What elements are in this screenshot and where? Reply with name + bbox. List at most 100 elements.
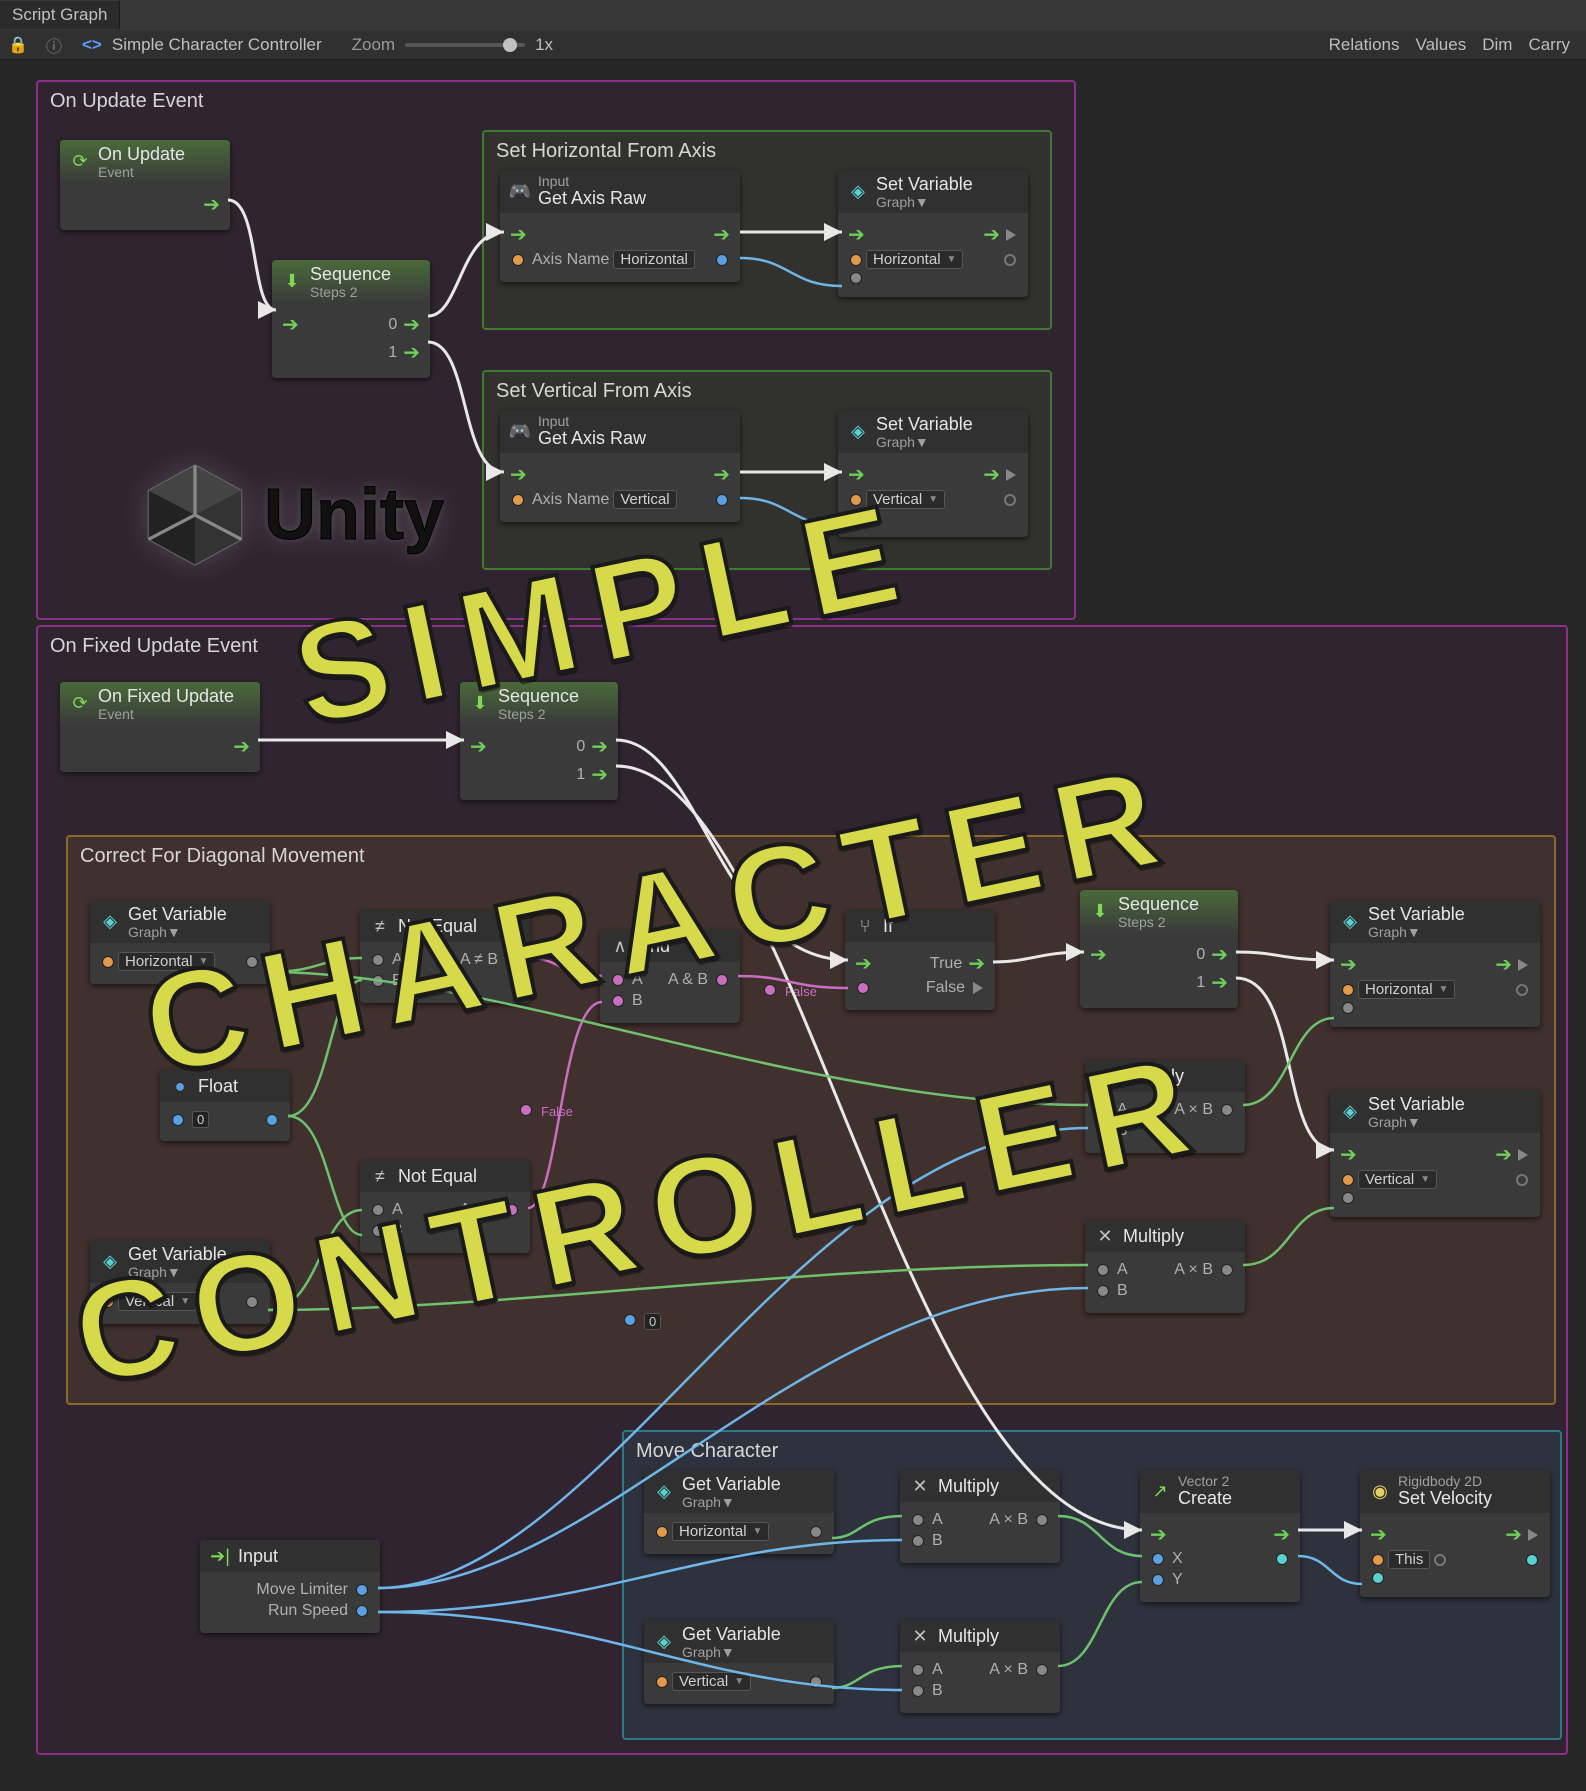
node-sequence-3[interactable]: ⬇ Sequence Steps 2 ➔0➔ 1➔ xyxy=(1080,890,1238,1008)
axis-name-field[interactable]: Vertical xyxy=(613,490,676,509)
scope-dropdown[interactable]: Graph▼ xyxy=(1368,1114,1421,1130)
var-dropdown[interactable]: Vertical▼ xyxy=(672,1672,751,1691)
port-out: A ≠ B xyxy=(460,951,498,969)
node-set-var-v[interactable]: ◈ Set Variable Graph▼ ➔➔ Vertical▼ xyxy=(838,410,1028,537)
node-sub: Event xyxy=(98,165,185,179)
btn-values[interactable]: Values xyxy=(1416,35,1467,55)
graph-canvas[interactable]: On Update Event Set Horizontal From Axis… xyxy=(0,60,1586,1791)
param-label: Axis Name xyxy=(532,251,609,269)
node-not-equal-b[interactable]: ≠Not Equal AA ≠ B B xyxy=(360,1160,530,1253)
node-get-axis-v[interactable]: 🎮 Input Get Axis Raw ➔➔ Axis NameVertica… xyxy=(500,410,740,522)
node-set-var-v2[interactable]: ◈ Set Variable Graph▼ ➔➔ Vertical▼ xyxy=(1330,1090,1540,1217)
node-float-literal[interactable]: ● Float 0 xyxy=(160,1070,290,1141)
scope-dropdown[interactable]: Graph▼ xyxy=(1368,924,1421,940)
breadcrumb-text[interactable]: Simple Character Controller xyxy=(112,35,322,55)
variable-icon: ◈ xyxy=(846,180,870,204)
steps-value[interactable]: 2 xyxy=(538,706,546,722)
node-sequence-2[interactable]: ⬇ Sequence Steps 2 ➔0➔ 1➔ xyxy=(460,682,618,800)
info-icon[interactable]: ⓘ xyxy=(42,33,66,57)
btn-carry[interactable]: Carry xyxy=(1528,35,1570,55)
variable-icon: ◈ xyxy=(846,420,870,444)
node-title: Set Variable xyxy=(1368,904,1465,925)
node-multiply-4[interactable]: ✕Multiply AA × B B xyxy=(900,1620,1060,1713)
node-get-var-v[interactable]: ◈ Get Variable Graph▼ Vertical▼ xyxy=(90,1240,270,1324)
btn-relations[interactable]: Relations xyxy=(1329,35,1400,55)
zoom-knob[interactable] xyxy=(503,38,517,52)
node-get-axis-h[interactable]: 🎮 Input Get Axis Raw ➔➔ Axis NameHorizon… xyxy=(500,170,740,282)
node-title: Get Variable xyxy=(128,1244,227,1265)
lock-icon[interactable]: 🔒 xyxy=(6,33,30,57)
variable-icon: ◈ xyxy=(98,910,122,934)
node-vec2-create[interactable]: ↗ Vector 2 Create ➔➔ X Y xyxy=(1140,1470,1300,1602)
scope-dropdown[interactable]: Graph▼ xyxy=(682,1494,735,1510)
var-dropdown[interactable]: Vertical▼ xyxy=(1358,1170,1437,1189)
steps-value[interactable]: 2 xyxy=(350,284,358,300)
port-1: 1 xyxy=(388,344,397,362)
node-sequence-1[interactable]: ⬇ Sequence Steps 2 ➔0➔ 1➔ xyxy=(272,260,430,378)
notequal-icon: ≠ xyxy=(368,914,392,938)
port-out: A × B xyxy=(989,1661,1028,1679)
node-on-update[interactable]: ⟳ On Update Event ➔ xyxy=(60,140,230,230)
node-multiply-2[interactable]: ✕Multiply AA × B B xyxy=(1085,1220,1245,1313)
node-get-var-v3[interactable]: ◈ Get Variable Graph▼ Vertical▼ xyxy=(644,1620,834,1704)
var-dropdown[interactable]: Vertical▼ xyxy=(866,490,945,509)
node-sub: Rigidbody 2D xyxy=(1398,1474,1492,1488)
node-set-var-h[interactable]: ◈ Set Variable Graph▼ ➔➔ Horizontal▼ xyxy=(838,170,1028,297)
steps-label: Steps xyxy=(1118,914,1154,930)
node-title: Set Variable xyxy=(876,414,973,435)
node-if[interactable]: ⑂If ➔True➔ False xyxy=(845,910,995,1010)
variable-icon: ◈ xyxy=(1338,910,1362,934)
node-title: On Fixed Update xyxy=(98,686,234,707)
event-icon: ⟳ xyxy=(68,692,92,716)
port-a: A xyxy=(632,971,643,989)
notequal-icon: ≠ xyxy=(368,1164,392,1188)
port-out: A × B xyxy=(1174,1101,1213,1119)
sequence-icon: ⬇ xyxy=(1088,900,1112,924)
port-0: 0 xyxy=(388,316,397,334)
port-a: A xyxy=(932,1511,943,1529)
var-dropdown[interactable]: Horizontal▼ xyxy=(118,952,215,971)
node-and[interactable]: ∧And AA & B B xyxy=(600,930,740,1023)
var-dropdown[interactable]: Horizontal▼ xyxy=(866,250,963,269)
btn-dim[interactable]: Dim xyxy=(1482,35,1512,55)
node-title: And xyxy=(638,936,670,957)
scope-dropdown[interactable]: Graph▼ xyxy=(682,1644,735,1660)
var-dropdown[interactable]: Horizontal▼ xyxy=(1358,980,1455,999)
scope-dropdown[interactable]: Graph▼ xyxy=(876,194,929,210)
node-get-var-h3[interactable]: ◈ Get Variable Graph▼ Horizontal▼ xyxy=(644,1470,834,1554)
axis-name-field[interactable]: Horizontal xyxy=(613,250,695,269)
node-multiply-3[interactable]: ✕Multiply AA × B B xyxy=(900,1470,1060,1563)
node-title: Set Variable xyxy=(876,174,973,195)
port-b: B xyxy=(632,992,643,1010)
target-field[interactable]: This xyxy=(1388,1550,1430,1569)
zoom-slider[interactable] xyxy=(405,43,525,47)
node-title: Set Variable xyxy=(1368,1094,1465,1115)
float-value[interactable]: 0 xyxy=(192,1111,209,1128)
false-label: False xyxy=(785,984,817,999)
port-out: A × B xyxy=(989,1511,1028,1529)
var-dropdown[interactable]: Horizontal▼ xyxy=(672,1522,769,1541)
event-icon: ⟳ xyxy=(68,150,92,174)
reroute-false: False xyxy=(760,980,817,1001)
node-title: Get Axis Raw xyxy=(538,428,646,449)
tab-script-graph[interactable]: Script Graph xyxy=(0,1,120,29)
vec2-icon: ↗ xyxy=(1148,1480,1172,1504)
unity-cube-icon xyxy=(140,460,250,570)
scope-dropdown[interactable]: Graph▼ xyxy=(876,434,929,450)
scope-dropdown[interactable]: Graph▼ xyxy=(128,924,181,940)
node-rb-set-velocity[interactable]: ◉ Rigidbody 2D Set Velocity ➔➔ This xyxy=(1360,1470,1550,1597)
steps-value[interactable]: 2 xyxy=(1158,914,1166,930)
scope-dropdown[interactable]: Graph▼ xyxy=(128,1264,181,1280)
node-set-var-h2[interactable]: ◈ Set Variable Graph▼ ➔➔ Horizontal▼ xyxy=(1330,900,1540,1027)
zoom-label: Zoom xyxy=(352,35,395,55)
node-sub: Input xyxy=(538,414,646,428)
port-0: 0 xyxy=(576,738,585,756)
node-get-var-h[interactable]: ◈ Get Variable Graph▼ Horizontal▼ xyxy=(90,900,270,984)
node-title: On Update xyxy=(98,144,185,165)
var-dropdown[interactable]: Vertical▼ xyxy=(118,1292,197,1311)
node-input[interactable]: ➔|Input Move Limiter Run Speed xyxy=(200,1540,380,1633)
node-multiply-1[interactable]: ✕Multiply AA × B B xyxy=(1085,1060,1245,1153)
graph-icon[interactable]: <> xyxy=(82,35,102,55)
node-on-fixed-update[interactable]: ⟳ On Fixed Update Event ➔ xyxy=(60,682,260,772)
node-not-equal-a[interactable]: ≠Not Equal AA ≠ B B xyxy=(360,910,530,1003)
